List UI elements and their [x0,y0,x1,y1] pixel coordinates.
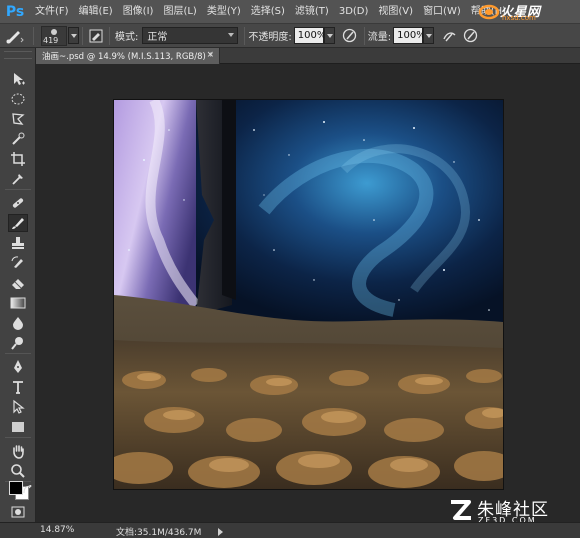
divider [109,26,110,45]
airbrush-icon[interactable] [438,29,460,43]
gradient-tool-icon[interactable] [8,294,28,312]
path-selection-tool-icon[interactable] [8,398,28,416]
flow-input[interactable]: 100% [393,27,426,44]
document-tab-bar: 油画~.psd @ 14.9% (M.I.S.113, RGB/8) * × [36,48,580,64]
canvas-artwork [114,100,503,489]
mode-value: 正常 [147,32,168,43]
brush-size-value: 419 [43,35,59,45]
move-tool-icon[interactable] [8,70,28,88]
quick-selection-tool-icon[interactable] [8,130,28,148]
brush-tool-preset-icon[interactable] [0,28,30,44]
zf3d-logo-icon [451,500,471,520]
close-icon[interactable]: × [206,50,214,60]
menu-bar: Ps 文件(F) 编辑(E) 图像(I) 图层(L) 类型(Y) 选择(S) 滤… [0,0,580,24]
brush-tool-icon[interactable] [8,214,28,232]
hand-tool-icon[interactable] [8,442,28,460]
pen-tool-icon[interactable] [8,358,28,376]
hxsd-brand-logo: 火星网 hxsd.com [476,1,574,23]
toolbox-divider [5,189,31,190]
rectangle-tool-icon[interactable] [8,418,28,436]
divider [33,26,34,45]
divider [363,26,365,45]
marquee-tool-icon[interactable] [8,90,28,108]
document-size: 文档:35.1M/436.7M [116,528,202,538]
foreground-color-swatch[interactable] [9,481,23,495]
opacity-slider-dropdown[interactable] [323,27,335,44]
brush-size-picker[interactable]: 419 [41,25,67,46]
divider [82,26,83,45]
type-tool-icon[interactable] [8,378,28,396]
chevron-down-icon [228,33,235,37]
toolbox [0,48,36,522]
brush-panel-toggle-icon[interactable] [86,29,106,43]
status-menu-arrow-icon[interactable] [218,528,223,536]
swap-colors-icon[interactable] [22,484,34,494]
history-brush-tool-icon[interactable] [8,254,28,272]
menu-layer[interactable]: 图层(L) [158,0,201,24]
status-bar: 14.87% 文档:35.1M/436.7M [0,522,580,538]
workspace: 朱峰社区 ZF3D.COM [37,64,580,525]
menu-edit[interactable]: 编辑(E) [74,0,118,24]
brush-tip-icon [51,28,57,35]
menu-image[interactable]: 图像(I) [118,0,159,24]
flow-slider-dropdown[interactable] [423,27,435,44]
opacity-input[interactable]: 100% [293,27,327,44]
flow-label: 流量: [367,32,392,43]
menu-window[interactable]: 窗口(W) [418,0,466,24]
menu-select[interactable]: 选择(S) [246,0,290,24]
document-tab-title: 油画~.psd @ 14.9% (M.I.S.113, RGB/8) * [42,52,213,62]
pressure-size-icon[interactable] [460,28,480,43]
photoshop-logo[interactable]: Ps [0,0,30,24]
document-canvas[interactable] [114,100,503,489]
flow-value: 100% [397,30,426,41]
zoom-level[interactable]: 14.87% [40,525,74,535]
mode-select[interactable]: 正常 [142,27,239,44]
dodge-tool-icon[interactable] [8,334,28,352]
menu-file[interactable]: 文件(F) [30,0,74,24]
pressure-opacity-icon[interactable] [339,28,361,43]
quick-mask-icon[interactable] [8,503,28,521]
menu-3d[interactable]: 3D(D) [334,0,374,24]
blur-tool-icon[interactable] [8,314,28,332]
clone-stamp-tool-icon[interactable] [8,234,28,252]
options-bar: 419 模式: 正常 不透明度: 100% 流量: 100% [0,24,580,48]
default-colors-icon[interactable] [2,463,14,475]
divider [244,26,246,45]
hxsd-swirl-icon [478,4,500,20]
eyedropper-tool-icon[interactable] [8,170,28,188]
menu-view[interactable]: 视图(V) [373,0,418,24]
toolbox-divider [5,353,31,354]
eraser-tool-icon[interactable] [8,274,28,292]
document-tab[interactable]: 油画~.psd @ 14.9% (M.I.S.113, RGB/8) * × [36,48,220,64]
opacity-value: 100% [297,30,327,41]
mode-label: 模式: [115,32,139,43]
healing-brush-tool-icon[interactable] [8,194,28,212]
menu-type[interactable]: 类型(Y) [202,0,246,24]
toolbox-divider [5,437,31,438]
opacity-label: 不透明度: [248,32,292,43]
menu-filter[interactable]: 滤镜(T) [290,0,334,24]
brush-picker-dropdown[interactable] [68,27,79,44]
toolbox-grip[interactable] [4,51,32,59]
lasso-tool-icon[interactable] [8,110,28,128]
crop-tool-icon[interactable] [8,150,28,168]
brand-site: hxsd.com [502,14,536,22]
